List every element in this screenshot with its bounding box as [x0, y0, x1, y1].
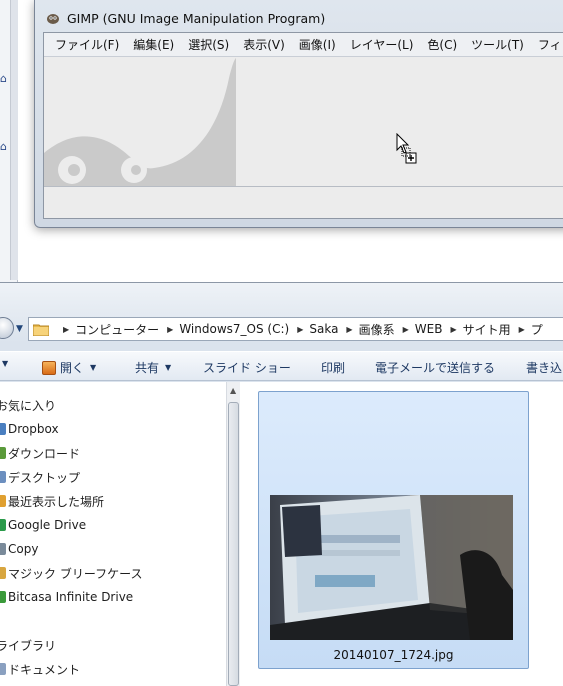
- folder-icon: [33, 324, 49, 336]
- breadcrumb-arrow-icon[interactable]: ▶: [167, 325, 173, 334]
- nav-item-dropbox[interactable]: Dropbox: [0, 418, 59, 440]
- organize-caret-icon[interactable]: ▼: [0, 359, 8, 368]
- print-button[interactable]: 印刷: [321, 359, 345, 376]
- recent-places-icon: [0, 495, 6, 507]
- breadcrumb-images[interactable]: ▶ 画像系: [338, 321, 394, 338]
- menu-filters[interactable]: フィ: [531, 36, 563, 53]
- nav-item-recent-places[interactable]: 最近表示した場所: [0, 490, 104, 512]
- menu-layer[interactable]: レイヤー(L): [343, 36, 421, 53]
- gimp-window: GIMP (GNU Image Manipulation Program) ファ…: [34, 0, 563, 228]
- gimp-logo-icon: [47, 14, 59, 24]
- share-dropdown-icon: ▼: [165, 363, 172, 372]
- background-window-glyph: ⌂: [0, 140, 7, 153]
- background-scroll-strip: [10, 0, 18, 280]
- copy-icon: [0, 543, 6, 555]
- slideshow-button[interactable]: スライド ショー: [203, 359, 291, 376]
- open-with-icon: [42, 360, 56, 375]
- breadcrumb-computer[interactable]: ▶ コンピューター: [55, 321, 159, 338]
- nav-item-documents[interactable]: ドキュメント: [0, 658, 80, 680]
- background-window-glyph: ⌂: [0, 72, 7, 85]
- address-row: ▼ ▶ コンピューター ▶ Windows7_OS (C:) ▶ Saka ▶ 画像系 …: [0, 315, 563, 343]
- nav-item-briefcase[interactable]: マジック ブリーフケース: [0, 562, 143, 584]
- menu-tools[interactable]: ツール(T): [464, 36, 531, 53]
- breadcrumb-arrow-icon[interactable]: ▶: [450, 325, 456, 334]
- nav-libraries-header[interactable]: ライブラリ: [0, 634, 56, 656]
- briefcase-icon: [0, 567, 6, 579]
- gimp-empty-canvas[interactable]: [44, 58, 563, 186]
- documents-icon: [0, 663, 6, 675]
- downloads-icon: [0, 447, 6, 459]
- menu-file[interactable]: ファイル(F): [48, 36, 126, 53]
- menu-view[interactable]: 表示(V): [236, 36, 292, 53]
- burn-button[interactable]: 書き込: [526, 359, 562, 376]
- drag-copy-cursor-icon: [396, 133, 417, 164]
- desktop-icon: [0, 471, 6, 483]
- gimp-client-area: ファイル(F) 編集(E) 選択(S) 表示(V) 画像(I) レイヤー(L) …: [43, 32, 563, 219]
- file-list-area[interactable]: 20140107_1724.jpg: [240, 382, 563, 686]
- gimp-title-bar[interactable]: GIMP (GNU Image Manipulation Program): [45, 8, 325, 28]
- breadcrumb-arrow-icon[interactable]: ▶: [519, 325, 525, 334]
- file-tile-selected[interactable]: 20140107_1724.jpg: [258, 391, 529, 669]
- scrollbar-thumb[interactable]: [228, 402, 239, 686]
- breadcrumb-saka[interactable]: ▶ Saka: [289, 322, 338, 336]
- google-drive-icon: [0, 519, 6, 531]
- background-window-edge: ⌂ ⌂: [0, 0, 18, 290]
- open-dropdown-icon[interactable]: ▼: [90, 363, 96, 372]
- image-thumbnail: [270, 495, 513, 640]
- back-button[interactable]: [0, 317, 14, 339]
- file-name-label: 20140107_1724.jpg: [333, 648, 454, 662]
- recent-pages-dropdown-icon[interactable]: ▼: [16, 324, 23, 334]
- menu-edit[interactable]: 編集(E): [126, 36, 181, 53]
- gimp-window-title: GIMP (GNU Image Manipulation Program): [67, 10, 326, 26]
- breadcrumb-arrow-icon[interactable]: ▶: [297, 325, 303, 334]
- breadcrumb-site[interactable]: ▶ サイト用: [442, 321, 510, 338]
- email-button[interactable]: 電子メールで送信する: [375, 359, 495, 376]
- breadcrumb-web[interactable]: ▶ WEB: [395, 322, 443, 336]
- menu-image[interactable]: 画像(I): [292, 36, 343, 53]
- explorer-window: ▼ ▶ コンピューター ▶ Windows7_OS (C:) ▶ Saka ▶ 画像系 …: [0, 282, 563, 686]
- bitcasa-icon: [0, 591, 6, 603]
- nav-favorites-header[interactable]: お気に入り: [0, 394, 56, 416]
- nav-item-copy[interactable]: Copy: [0, 538, 38, 560]
- nav-item-desktop[interactable]: デスクトップ: [0, 466, 80, 488]
- address-bar[interactable]: ▶ コンピューター ▶ Windows7_OS (C:) ▶ Saka ▶ 画像系 ▶ W…: [28, 317, 563, 341]
- gimp-status-area: [44, 186, 563, 218]
- nav-item-bitcasa[interactable]: Bitcasa Infinite Drive: [0, 586, 133, 608]
- breadcrumb-arrow-icon[interactable]: ▶: [63, 325, 69, 334]
- menu-colors[interactable]: 色(C): [420, 36, 464, 53]
- breadcrumb-drive[interactable]: ▶ Windows7_OS (C:): [159, 322, 289, 336]
- navigation-scrollbar[interactable]: ▲: [226, 382, 240, 686]
- breadcrumb-arrow-icon[interactable]: ▶: [403, 325, 409, 334]
- open-button[interactable]: 開く ▼: [42, 359, 96, 376]
- breadcrumb-arrow-icon[interactable]: ▶: [346, 325, 352, 334]
- navigation-pane: お気に入り Dropbox ダウンロード デスクトップ 最近表示した場所 Goo…: [0, 382, 226, 686]
- wilber-watermark-icon: [44, 58, 236, 186]
- gimp-menubar: ファイル(F) 編集(E) 選択(S) 表示(V) 画像(I) レイヤー(L) …: [44, 33, 563, 57]
- menu-select[interactable]: 選択(S): [181, 36, 236, 53]
- command-bar: ▼ 開く ▼ 共有 ▼ スライド ショー 印刷 電子メールで送信する 書き込: [0, 351, 563, 381]
- breadcrumb-truncated[interactable]: ▶ プ: [511, 321, 543, 338]
- dropbox-icon: [0, 423, 6, 435]
- share-button[interactable]: 共有 ▼: [135, 359, 171, 376]
- scroll-up-icon[interactable]: ▲: [230, 386, 236, 395]
- nav-item-google-drive[interactable]: Google Drive: [0, 514, 86, 536]
- nav-item-downloads[interactable]: ダウンロード: [0, 442, 80, 464]
